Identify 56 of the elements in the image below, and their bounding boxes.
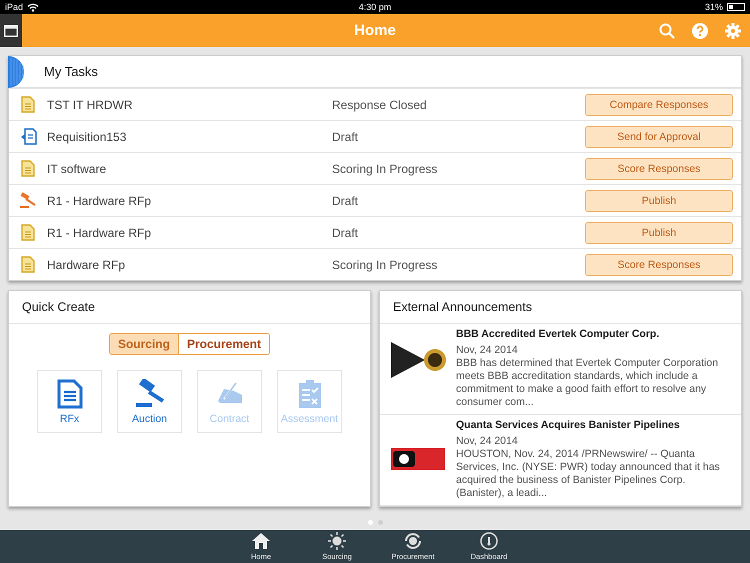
gauge-icon <box>479 532 499 550</box>
task-action-button[interactable]: Publish <box>585 190 733 212</box>
task-action-button[interactable]: Send for Approval <box>585 126 733 148</box>
gavel-icon <box>19 192 37 209</box>
document-icon <box>21 256 35 273</box>
quick-create-tile[interactable]: RFx <box>37 370 102 433</box>
announcement-date: Nov, 24 2014 <box>456 434 519 448</box>
search-icon[interactable] <box>659 22 675 38</box>
page-title: Home <box>354 22 396 39</box>
requisition-icon <box>20 128 36 145</box>
task-name: R1 - Hardware RFp <box>47 226 152 240</box>
task-status: Scoring In Progress <box>332 162 438 176</box>
wifi-icon <box>27 2 40 12</box>
announcement-headline[interactable]: BBB Accredited Evertek Computer Corp. <box>456 328 735 340</box>
task-name: IT software <box>47 162 108 176</box>
sun-icon <box>327 532 347 550</box>
document-icon <box>21 160 35 177</box>
announcement-summary: HOUSTON, Nov. 24, 2014 /PRNewswire/ -- Quanta Services, Inc. (NYSE: PWR) today announced that it has acquired the business of Banister Pipelines Corp. (Banister), a leadi... <box>456 448 721 500</box>
task-status: Draft <box>332 226 360 240</box>
segment-tab[interactable]: Procurement <box>178 333 270 355</box>
task-status: Response Closed <box>332 98 428 112</box>
window-icon <box>4 24 18 36</box>
task-status: Scoring In Progress <box>332 258 438 272</box>
task-status: Draft <box>332 130 360 144</box>
task-action-button[interactable]: Compare Responses <box>585 94 733 116</box>
panel-toggle-button[interactable] <box>0 14 22 47</box>
segment-tab[interactable]: Sourcing <box>108 333 179 355</box>
clock-time: 4:30 pm <box>358 2 392 12</box>
task-action-button[interactable]: Score Responses <box>585 254 733 276</box>
document-icon <box>21 224 35 241</box>
announcement-summary: BBB has determined that Evertek Computer Corporation meets BBB accreditation standards, which include a commitment to make a good faith effort to resolve any consumer com... <box>456 357 720 409</box>
task-name: R1 - Hardware RFp <box>47 194 152 208</box>
help-icon[interactable] <box>692 22 708 38</box>
settings-icon[interactable] <box>725 22 741 38</box>
task-action-button[interactable]: Publish <box>585 222 733 244</box>
logo-placeholder <box>391 448 445 470</box>
task-status: Draft <box>332 194 360 208</box>
quick-create-tile[interactable]: Auction <box>117 370 182 433</box>
document-icon <box>56 378 82 408</box>
gavel-icon <box>134 378 166 408</box>
announcement-headline[interactable]: Quanta Services Acquires Banister Pipelines <box>456 419 735 431</box>
panel-title: External Announcements <box>380 291 741 324</box>
panel-title: My Tasks <box>44 64 98 79</box>
device-name: iPad <box>5 2 24 12</box>
clipboard-icon <box>296 378 322 408</box>
task-name: Requisition153 <box>47 130 128 144</box>
battery-icon <box>727 3 745 11</box>
refresh-coin-icon <box>403 532 423 550</box>
document-icon <box>21 96 35 113</box>
page-indicator-dot[interactable] <box>368 520 372 525</box>
battery-percent: 31% <box>704 2 723 12</box>
announcement-date: Nov, 24 2014 <box>456 343 519 357</box>
panel-title: Quick Create <box>9 291 370 324</box>
task-name: TST IT HRDWR <box>47 98 134 112</box>
task-name: Hardware RFp <box>47 258 126 272</box>
task-action-button[interactable]: Score Responses <box>585 158 733 180</box>
